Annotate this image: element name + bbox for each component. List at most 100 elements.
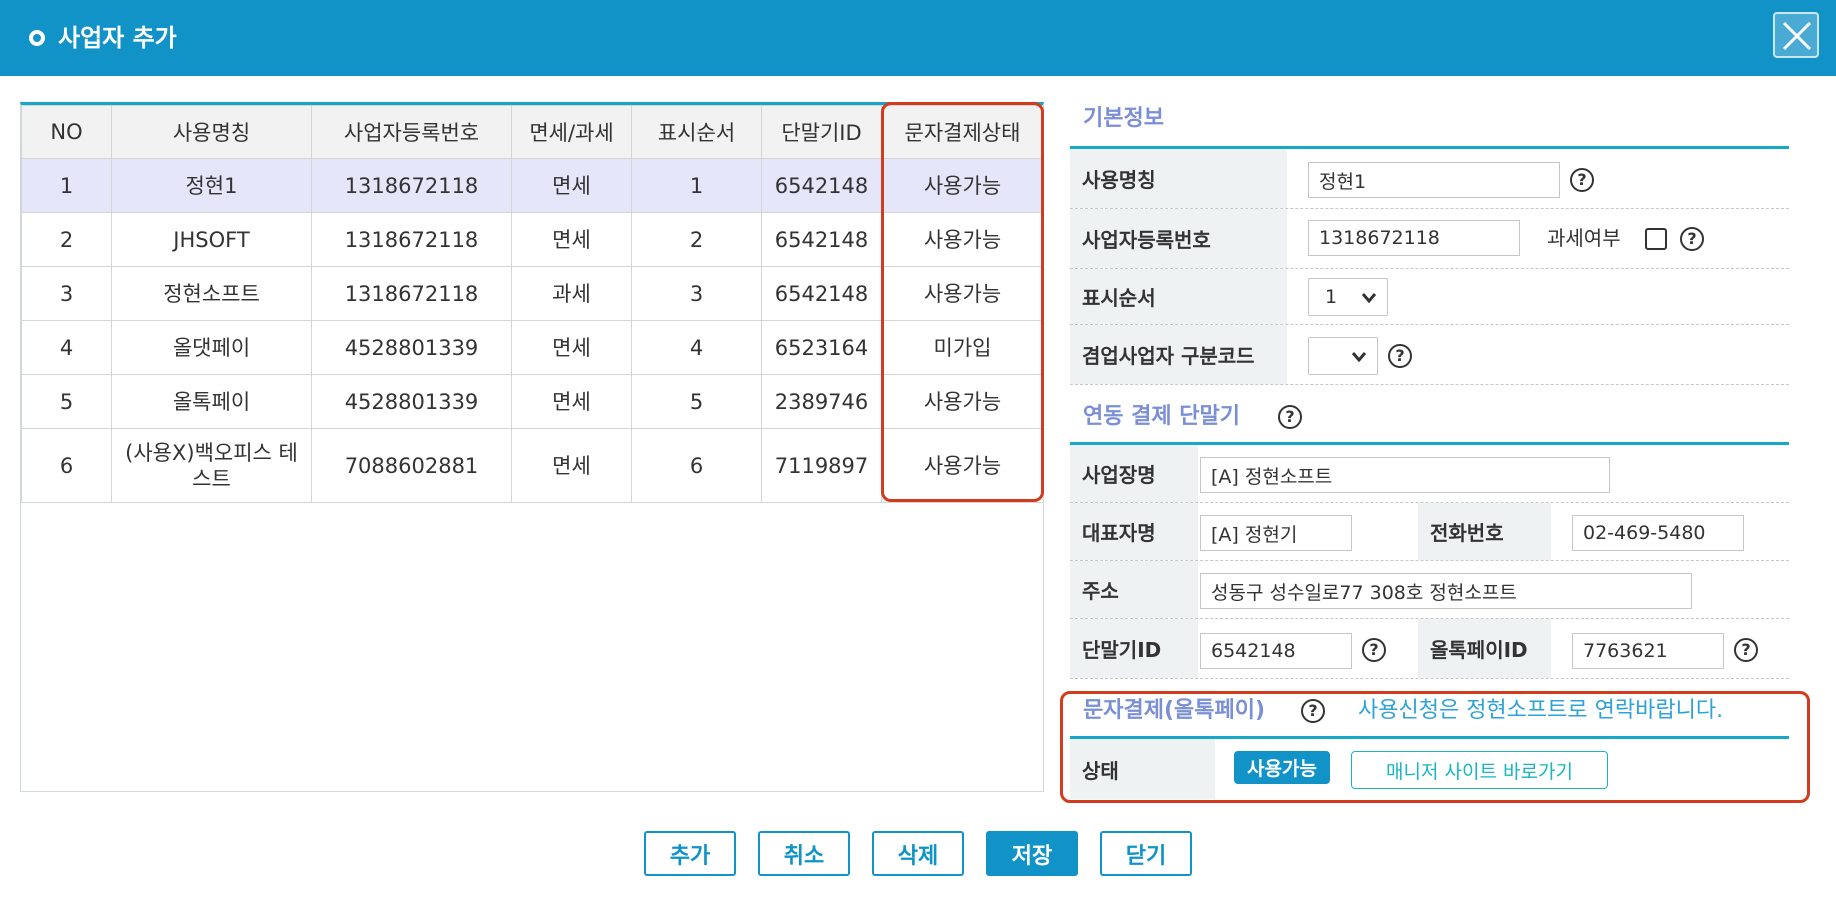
table-cell: 1318672118: [311, 158, 512, 213]
help-icon[interactable]: ?: [1362, 638, 1386, 662]
table-row[interactable]: 3 정현소프트 1318672118 과세 3 6542148 사용가능: [21, 266, 1044, 321]
dialog-titlebar: 사업자 추가: [0, 0, 1836, 76]
table-cell: 3: [21, 266, 112, 321]
sms-status-label: 상태: [1070, 739, 1215, 799]
basic-info-section-title: 기본정보: [1083, 106, 1164, 131]
chevron-down-icon: [1351, 352, 1367, 363]
terminal-section-title: 연동 결제 단말기: [1083, 404, 1240, 429]
table-row[interactable]: 4 올댓페이 4528801339 면세 4 6523164 미가입: [21, 320, 1044, 375]
table-cell: 면세: [511, 428, 632, 503]
table-header-row: NO 사용명칭 사업자등록번호 면세/과세 표시순서 단말기ID 문자결제상태: [21, 105, 1044, 159]
alltalk-id-label: 올톡페이ID: [1418, 619, 1551, 678]
table-cell: 미가입: [881, 320, 1044, 375]
tax-label: 과세여부: [1547, 226, 1621, 250]
table-cell: 1318672118: [311, 266, 512, 321]
table-cell: 6542148: [761, 266, 882, 321]
table-cell: 정현소프트: [111, 266, 312, 321]
order-select-value: 1: [1325, 286, 1338, 308]
column-header-no[interactable]: NO: [21, 105, 112, 159]
business-table: NO 사용명칭 사업자등록번호 면세/과세 표시순서 단말기ID 문자결제상태 …: [21, 105, 1044, 503]
table-cell: 면세: [511, 320, 632, 375]
table-row[interactable]: 2 JHSOFT 1318672118 면세 2 6542148 사용가능: [21, 212, 1044, 267]
address-label: 주소: [1070, 561, 1198, 618]
table-cell: 사용가능: [881, 212, 1044, 267]
table-cell: 6: [21, 428, 112, 503]
terminal-id-label: 단말기ID: [1070, 619, 1198, 678]
store-name-input[interactable]: [A] 정현소프트: [1200, 457, 1610, 493]
column-header-sms-status[interactable]: 문자결제상태: [881, 105, 1044, 159]
table-cell: 6542148: [761, 212, 882, 267]
table-cell: 4: [631, 320, 762, 375]
help-icon[interactable]: ?: [1570, 168, 1594, 192]
table-cell: 올톡페이: [111, 374, 312, 429]
close-dialog-button[interactable]: [1773, 12, 1819, 58]
help-icon[interactable]: ?: [1680, 227, 1704, 251]
close-button[interactable]: 닫기: [1100, 831, 1192, 876]
table-cell: 4: [21, 320, 112, 375]
save-button[interactable]: 저장: [986, 831, 1078, 876]
title-circle-icon: [29, 30, 45, 46]
alltalk-id-input[interactable]: 7763621: [1572, 633, 1724, 669]
terminal-id-input[interactable]: 6542148: [1200, 633, 1352, 669]
table-row[interactable]: 1 정현1 1318672118 면세 1 6542148 사용가능: [21, 158, 1044, 213]
table-cell: JHSOFT: [111, 212, 312, 267]
store-name-label: 사업장명: [1070, 445, 1198, 502]
table-cell: 올댓페이: [111, 320, 312, 375]
tax-checkbox[interactable]: [1645, 228, 1667, 250]
table-cell: 4528801339: [311, 320, 512, 375]
table-cell: 3: [631, 266, 762, 321]
name-input[interactable]: 정현1: [1308, 162, 1560, 198]
table-cell: 6: [631, 428, 762, 503]
table-cell: 사용가능: [881, 428, 1044, 503]
help-icon[interactable]: ?: [1388, 344, 1412, 368]
order-label: 표시순서: [1070, 269, 1287, 324]
ceo-name-input[interactable]: [A] 정현기: [1200, 515, 1352, 551]
help-icon[interactable]: ?: [1301, 699, 1325, 723]
manager-site-link-button[interactable]: 매니저 사이트 바로가기: [1351, 751, 1608, 789]
row-divider: [1070, 678, 1789, 679]
table-cell: 6542148: [761, 158, 882, 213]
table-cell: (사용X)백오피스 테스트: [111, 428, 312, 503]
table-cell: 사용가능: [881, 158, 1044, 213]
column-header-biz-no[interactable]: 사업자등록번호: [311, 105, 512, 159]
biz-no-input[interactable]: 1318672118: [1308, 220, 1520, 256]
table-cell: 과세: [511, 266, 632, 321]
column-header-name[interactable]: 사용명칭: [111, 105, 312, 159]
sms-payment-section-title: 문자결제(올톡페이): [1083, 698, 1266, 723]
table-row[interactable]: 6 (사용X)백오피스 테스트 7088602881 면세 6 7119897 …: [21, 428, 1044, 503]
table-cell: 2: [631, 212, 762, 267]
table-cell: 면세: [511, 212, 632, 267]
table-cell: 2: [21, 212, 112, 267]
chevron-down-icon: [1361, 293, 1377, 304]
table-cell: 5: [631, 374, 762, 429]
cancel-button[interactable]: 취소: [758, 831, 850, 876]
table-cell: 1318672118: [311, 212, 512, 267]
row-divider: [1070, 384, 1789, 385]
table-cell: 5: [21, 374, 112, 429]
table-cell: 면세: [511, 374, 632, 429]
name-label: 사용명칭: [1070, 149, 1287, 208]
delete-button[interactable]: 삭제: [872, 831, 964, 876]
address-input[interactable]: 성동구 성수일로77 308호 정현소프트: [1200, 573, 1692, 609]
add-button[interactable]: 추가: [644, 831, 736, 876]
table-cell: 6523164: [761, 320, 882, 375]
ceo-name-label: 대표자명: [1070, 503, 1198, 560]
sms-apply-notice: 사용신청은 정현소프트로 연락바랍니다.: [1358, 698, 1724, 723]
column-header-tid[interactable]: 단말기ID: [761, 105, 882, 159]
order-select[interactable]: 1: [1308, 278, 1388, 316]
dialog-title: 사업자 추가: [58, 24, 177, 52]
column-header-order[interactable]: 표시순서: [631, 105, 762, 159]
help-icon[interactable]: ?: [1278, 405, 1302, 429]
table-cell: 정현1: [111, 158, 312, 213]
table-cell: 1: [21, 158, 112, 213]
sms-status-badge: 사용가능: [1234, 751, 1330, 784]
dual-business-select[interactable]: [1308, 337, 1378, 375]
table-cell: 사용가능: [881, 266, 1044, 321]
phone-input[interactable]: 02-469-5480: [1572, 515, 1744, 551]
table-row[interactable]: 5 올톡페이 4528801339 면세 5 2389746 사용가능: [21, 374, 1044, 429]
help-icon[interactable]: ?: [1734, 638, 1758, 662]
column-header-tax[interactable]: 면세/과세: [511, 105, 632, 159]
table-cell: 사용가능: [881, 374, 1044, 429]
table-cell: 7088602881: [311, 428, 512, 503]
close-icon: [1782, 21, 1812, 51]
